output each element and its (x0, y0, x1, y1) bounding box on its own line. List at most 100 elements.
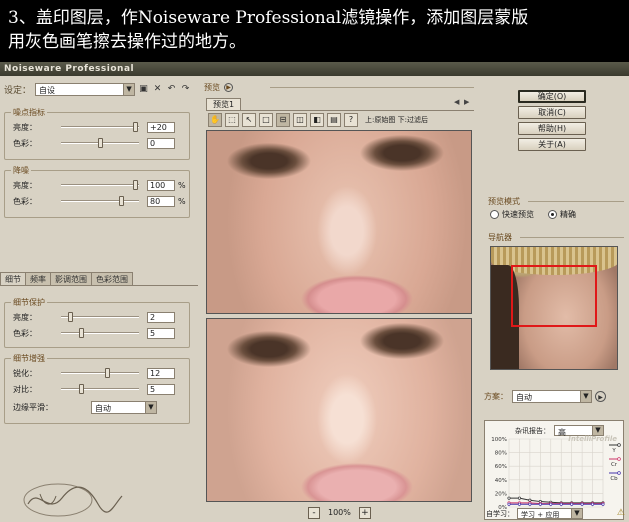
unit-label: % (178, 180, 186, 190)
luminance-slider[interactable] (61, 312, 139, 322)
select-arrow-icon[interactable]: ↖ (242, 112, 256, 127)
ok-button[interactable]: 确定(O) (518, 90, 586, 103)
zoom-in-button[interactable]: + (358, 506, 371, 519)
slider-row: 对比： 5 (13, 383, 175, 395)
navigator-thumbnail[interactable] (490, 246, 618, 370)
y-tick-label: 20% (495, 491, 507, 497)
value-field[interactable]: 2 (147, 311, 175, 323)
self-learning-label: 自学习： (486, 509, 514, 518)
preview-mode-options: 快速预览 精确 (490, 209, 576, 220)
slider-thumb[interactable] (68, 312, 74, 322)
color-slider[interactable] (61, 328, 139, 338)
preset-select[interactable]: 自设 ▼ (35, 82, 136, 96)
tab-preview-1[interactable]: 预览1 (206, 98, 242, 110)
slider-row: 亮度： +20 (13, 121, 175, 133)
tab-detail[interactable]: 细节 (0, 272, 26, 285)
slider-thumb[interactable] (104, 368, 110, 378)
noise-report-chart: 杂讯报告： 高 ▼ IntelliProfile 0%20%40%60%80%1… (484, 420, 624, 520)
single-view-icon[interactable]: □ (259, 112, 273, 127)
luminance-slider[interactable] (61, 180, 139, 190)
preview-title: 预览 (204, 83, 220, 92)
prev-tab-icon[interactable]: ◀ (454, 98, 459, 106)
data-point (517, 502, 521, 506)
slider-label: 色彩： (13, 196, 37, 206)
redo-icon[interactable]: ↷ (180, 84, 191, 95)
profile-select[interactable]: 自动 ▼ (512, 390, 592, 403)
compare-icon[interactable]: ◧ (310, 112, 324, 127)
play-icon[interactable]: ▶ (224, 83, 233, 92)
luminance-slider[interactable] (61, 122, 139, 132)
sharpen-slider[interactable] (61, 368, 139, 378)
value-field[interactable]: 12 (147, 367, 175, 379)
tab-frequency[interactable]: 频率 (25, 272, 51, 285)
value-field[interactable]: +20 (147, 121, 175, 133)
tab-tonal-range[interactable]: 影调范围 (50, 272, 92, 285)
value-field[interactable]: 80 (147, 195, 175, 207)
preset-value: 自设 (39, 85, 56, 95)
hand-icon[interactable]: ✋ (208, 112, 222, 127)
profile-label: 方案： (484, 392, 508, 401)
color-slider[interactable] (61, 196, 139, 206)
original-photo[interactable] (206, 130, 472, 314)
slider-label: 亮度： (13, 312, 37, 322)
slider-thumb[interactable] (97, 138, 103, 148)
play-icon[interactable]: ▶ (595, 391, 606, 402)
slider-thumb[interactable] (79, 384, 85, 394)
preview-panel: 预览 ▶ 预览1 ◀ ▶ ✋ ⬚ ↖ □ ⊟ ◫ ◧ ▤ ? 上:原始图 下:过… (200, 76, 478, 522)
value-field[interactable]: 5 (147, 327, 175, 339)
edge-smoothing-value: 自动 (95, 404, 111, 413)
edge-smoothing-select[interactable]: 自动 ▼ (91, 401, 157, 414)
data-point (517, 496, 521, 500)
slider-thumb[interactable] (132, 122, 138, 132)
slider-row: 亮度： 2 (13, 311, 175, 323)
color-slider[interactable] (61, 138, 139, 148)
y-tick-label: 100% (491, 437, 507, 443)
profile-row: 方案： 自动 ▼ ▶ (484, 390, 606, 403)
divider (270, 87, 474, 88)
signature-logo (23, 483, 123, 517)
settings-tabs: 细节 频率 影调范围 色彩范围 (0, 272, 198, 286)
preview-mode-title: 预览模式 (488, 197, 520, 206)
cancel-button[interactable]: 取消(C) (518, 106, 586, 119)
preset-label: 设定： (4, 85, 32, 96)
slider-thumb[interactable] (132, 180, 138, 190)
value-field[interactable]: 5 (147, 383, 175, 395)
data-point (591, 502, 595, 506)
marquee-icon[interactable]: ⬚ (225, 112, 239, 127)
divider (520, 237, 624, 238)
data-point (507, 502, 511, 506)
accurate-radio[interactable] (548, 210, 557, 219)
noise-level-group: 噪点指标 亮度： +20 色彩： 0 (4, 107, 190, 160)
divider (528, 201, 624, 202)
help-button[interactable]: 帮助(H) (518, 122, 586, 135)
tab-color-range[interactable]: 色彩范围 (91, 272, 133, 285)
data-point (528, 498, 532, 502)
chevron-down-icon: ▼ (580, 391, 591, 402)
slider-row: 色彩： 5 (13, 327, 175, 339)
value-field[interactable]: 0 (147, 137, 175, 149)
delete-icon[interactable]: ✕ (152, 84, 163, 95)
slider-thumb[interactable] (119, 196, 125, 206)
fast-preview-radio[interactable] (490, 210, 499, 219)
caption-line-2: 用灰色画笔擦去操作过的地方。 (8, 32, 246, 52)
navigator-view-rect[interactable] (511, 265, 597, 327)
warning-icon[interactable]: ⚠ (617, 508, 625, 518)
mask-icon[interactable]: ▤ (327, 112, 341, 127)
next-tab-icon[interactable]: ▶ (464, 98, 469, 106)
save-icon[interactable]: ▣ (138, 84, 149, 95)
question-icon[interactable]: ? (344, 112, 358, 127)
undo-icon[interactable]: ↶ (166, 84, 177, 95)
preview-header: 预览 ▶ (204, 82, 233, 93)
about-button[interactable]: 关于(A) (518, 138, 586, 151)
window-title[interactable]: Noiseware Professional (0, 62, 629, 76)
self-learning-select[interactable]: 学习 + 应用 ▼ (517, 508, 583, 519)
value-field[interactable]: 100 (147, 179, 175, 191)
zoom-out-button[interactable]: - (308, 506, 320, 519)
split-horizontal-icon[interactable]: ⊟ (276, 112, 290, 127)
filtered-photo[interactable] (206, 318, 472, 502)
split-vertical-icon[interactable]: ◫ (293, 112, 307, 127)
contrast-slider[interactable] (61, 384, 139, 394)
chevron-down-icon: ▼ (592, 426, 603, 435)
slider-thumb[interactable] (79, 328, 85, 338)
zoom-controls: - 100% + (308, 506, 371, 519)
